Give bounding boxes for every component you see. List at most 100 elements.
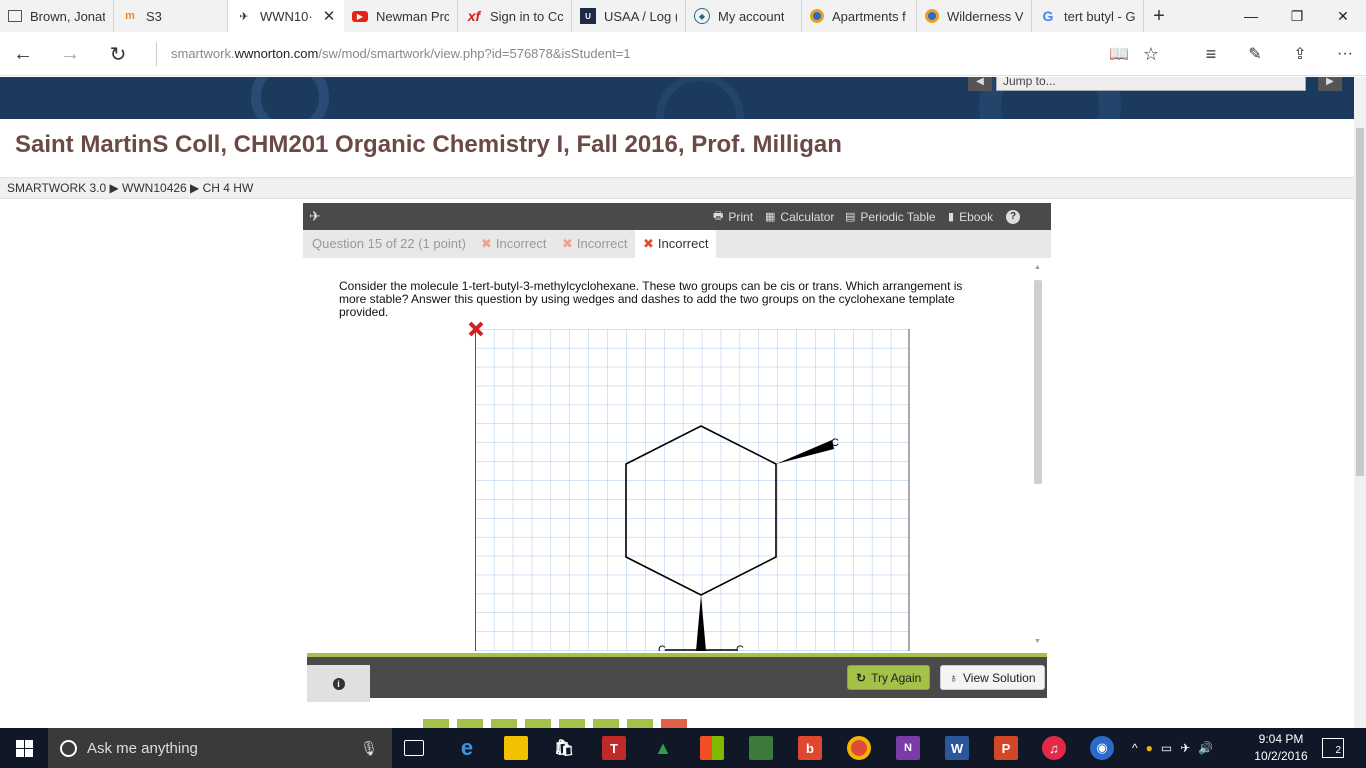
- incorrect-x-icon: [468, 321, 484, 337]
- info-button[interactable]: i: [307, 665, 370, 702]
- norton-security-icon[interactable]: ●: [1146, 741, 1153, 755]
- back-button[interactable]: ←: [8, 40, 38, 68]
- action-center-icon[interactable]: 2: [1322, 738, 1344, 758]
- carbon-label: C: [658, 644, 666, 651]
- usaa-icon: U: [580, 8, 596, 24]
- print-button[interactable]: 🖶 Print: [713, 203, 753, 230]
- start-button[interactable]: [0, 728, 48, 768]
- attempt-tab-3-active[interactable]: ✖ Incorrect: [635, 230, 717, 258]
- breadcrumb[interactable]: SMARTWORK 3.0 ▶ WWN10426 ▶ CH 4 HW: [0, 177, 1354, 199]
- moodle-icon: m: [125, 10, 135, 22]
- methyl-carbon-label: C: [831, 437, 839, 449]
- course-title: Saint MartinS Coll, CHM201 Organic Chemi…: [15, 131, 842, 158]
- canvas-grid: [475, 329, 909, 651]
- refresh-icon: ↻: [856, 670, 867, 685]
- bing-icon[interactable]: b: [798, 736, 822, 760]
- browser-tab[interactable]: ◆ My account: [686, 0, 802, 32]
- info-icon: i: [332, 677, 345, 690]
- google-drive-icon[interactable]: ▲: [651, 736, 675, 760]
- battery-icon[interactable]: ▭: [1161, 741, 1172, 755]
- chrome-icon: [925, 9, 939, 23]
- browser-tab-active[interactable]: ✈ WWN10· ✕: [228, 0, 344, 32]
- browser-tab[interactable]: Apartments f: [802, 0, 917, 32]
- restore-button[interactable]: ❐: [1274, 0, 1320, 32]
- chrome-icon: [810, 9, 824, 23]
- jump-to-select[interactable]: Jump to...: [996, 77, 1306, 91]
- browser-tab[interactable]: xf Sign in to Cc: [458, 0, 572, 32]
- windows-taskbar: Ask me anything 🎙 e 🛍 T ▲ b N W P ♫ ◉ ^ …: [0, 728, 1366, 768]
- calculator-icon: ▦: [765, 211, 776, 223]
- smartwork-toolbar: ✈ 🖶 Print ▦ Calculator ▤ Periodic Table ▮ Eb…: [303, 203, 1051, 230]
- new-tab-button[interactable]: +: [1144, 0, 1174, 32]
- address-bar-row: ← → ↻ smartwork.wwnorton.com/sw/mod/smar…: [0, 32, 1366, 76]
- jump-next-button[interactable]: ▶: [1318, 77, 1342, 91]
- minimize-button[interactable]: —: [1228, 0, 1274, 32]
- chrome-icon[interactable]: [847, 736, 871, 760]
- periodic-table-button[interactable]: ▤ Periodic Table: [845, 203, 936, 230]
- firefox-icon[interactable]: ◉: [1090, 736, 1114, 760]
- system-tray: ^ ● ▭ ✈ 🔊: [1132, 728, 1213, 768]
- edge-icon[interactable]: e: [455, 735, 479, 760]
- network-icon[interactable]: ✈: [1180, 741, 1190, 755]
- try-again-button[interactable]: ↻ Try Again: [847, 665, 931, 690]
- ebook-button[interactable]: ▮ Ebook: [948, 203, 993, 230]
- browser-tab-strip: Brown, Jonat m S3 ✈ WWN10· ✕ ▶ Newman Pr…: [0, 0, 1366, 32]
- cortana-icon: [60, 739, 77, 757]
- question-text: Consider the molecule 1-tert-butyl-3-met…: [339, 279, 963, 319]
- browser-tab[interactable]: ▶ Newman Prc: [344, 0, 458, 32]
- norton-logo-icon: ✈: [309, 208, 321, 224]
- cortana-search-box[interactable]: Ask me anything 🎙: [48, 728, 392, 768]
- address-field[interactable]: smartwork.wwnorton.com/sw/mod/smartwork/…: [156, 42, 1096, 66]
- xf-icon: xf: [467, 8, 481, 24]
- help-icon: ?: [1006, 209, 1020, 224]
- minecraft-icon[interactable]: [749, 736, 773, 760]
- powerpoint-icon[interactable]: P: [994, 736, 1018, 760]
- file-explorer-icon[interactable]: [504, 736, 528, 760]
- office-icon[interactable]: [700, 736, 724, 760]
- page-scroll-thumb[interactable]: [1356, 128, 1364, 476]
- jump-prev-button[interactable]: ◀: [968, 77, 992, 91]
- typora-icon[interactable]: T: [602, 736, 626, 760]
- periodic-table-icon: ▤: [845, 211, 856, 223]
- question-nav-strip[interactable]: [408, 719, 688, 728]
- show-hidden-icons-chevron[interactable]: ^: [1132, 741, 1138, 755]
- scroll-down-icon[interactable]: ▼: [1034, 638, 1041, 645]
- more-menu-icon[interactable]: ···: [1330, 40, 1360, 68]
- windows-logo-icon: [15, 739, 33, 757]
- reading-view-icon[interactable]: 📖: [1104, 40, 1134, 68]
- question-tabs: Question 15 of 22 (1 point) ✖ Incorrect ✖…: [303, 230, 1051, 258]
- browser-tab[interactable]: U USAA / Log (: [572, 0, 686, 32]
- browser-tab[interactable]: m S3: [114, 0, 228, 32]
- attempt-tab-1[interactable]: ✖ Incorrect: [481, 236, 546, 252]
- browser-tab[interactable]: Brown, Jonat: [0, 0, 114, 32]
- hub-menu-icon[interactable]: ≡: [1196, 40, 1226, 68]
- view-solution-button[interactable]: ♁ View Solution: [940, 665, 1045, 690]
- printer-icon: 🖶: [713, 210, 724, 222]
- close-window-button[interactable]: ✕: [1320, 0, 1366, 32]
- incorrect-x-icon: ✖: [562, 236, 573, 251]
- word-icon[interactable]: W: [945, 736, 969, 760]
- browser-tab[interactable]: Wilderness V: [917, 0, 1032, 32]
- close-tab-icon[interactable]: ✕: [323, 7, 336, 25]
- calculator-button[interactable]: ▦ Calculator: [765, 203, 834, 230]
- forward-button[interactable]: →: [55, 40, 85, 68]
- attempt-tab-2[interactable]: ✖ Incorrect: [562, 236, 627, 252]
- task-view-icon[interactable]: [404, 740, 424, 756]
- drawing-canvas[interactable]: C C C: [475, 329, 910, 651]
- ebook-icon: ▮: [948, 211, 955, 223]
- store-icon[interactable]: 🛍: [552, 736, 576, 760]
- help-button[interactable]: ?: [1006, 203, 1020, 230]
- scroll-up-icon[interactable]: ▲: [1034, 264, 1041, 271]
- microphone-icon[interactable]: 🎙: [360, 740, 378, 757]
- volume-icon[interactable]: 🔊: [1198, 741, 1213, 755]
- itunes-icon[interactable]: ♫: [1042, 736, 1066, 760]
- share-icon[interactable]: ⇪: [1285, 40, 1315, 68]
- refresh-button[interactable]: ↻: [103, 40, 133, 68]
- taskbar-clock[interactable]: 9:04 PM 10/2/2016: [1250, 731, 1312, 765]
- web-note-icon[interactable]: ✎: [1240, 40, 1270, 68]
- browser-tab[interactable]: G tert butyl - G: [1032, 0, 1144, 32]
- favorite-star-icon[interactable]: ☆: [1136, 40, 1166, 68]
- google-icon: G: [1042, 8, 1054, 24]
- question-scroll-thumb[interactable]: [1034, 280, 1042, 484]
- onenote-icon[interactable]: N: [896, 736, 920, 760]
